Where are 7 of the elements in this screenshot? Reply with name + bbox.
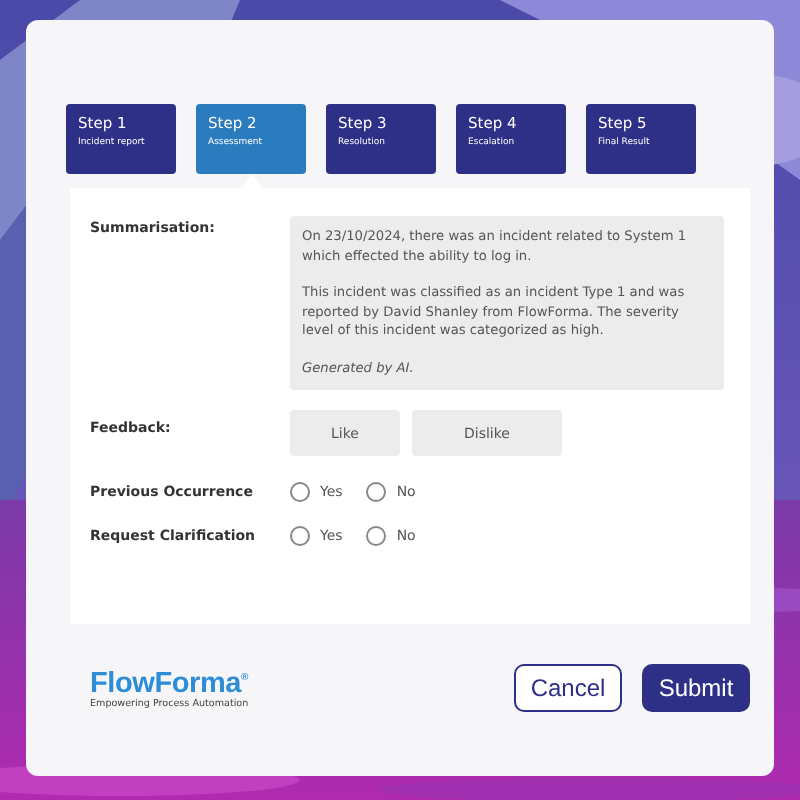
logo-text: FlowForma$^{®}$ <box>90 667 249 699</box>
submit-button[interactable]: Submit <box>642 664 750 712</box>
cancel-button[interactable]: Cancel <box>514 664 622 712</box>
radio-button[interactable] <box>290 526 310 546</box>
radio-button[interactable] <box>290 482 310 502</box>
radio-button[interactable] <box>366 482 387 502</box>
radio-button[interactable] <box>366 526 387 546</box>
